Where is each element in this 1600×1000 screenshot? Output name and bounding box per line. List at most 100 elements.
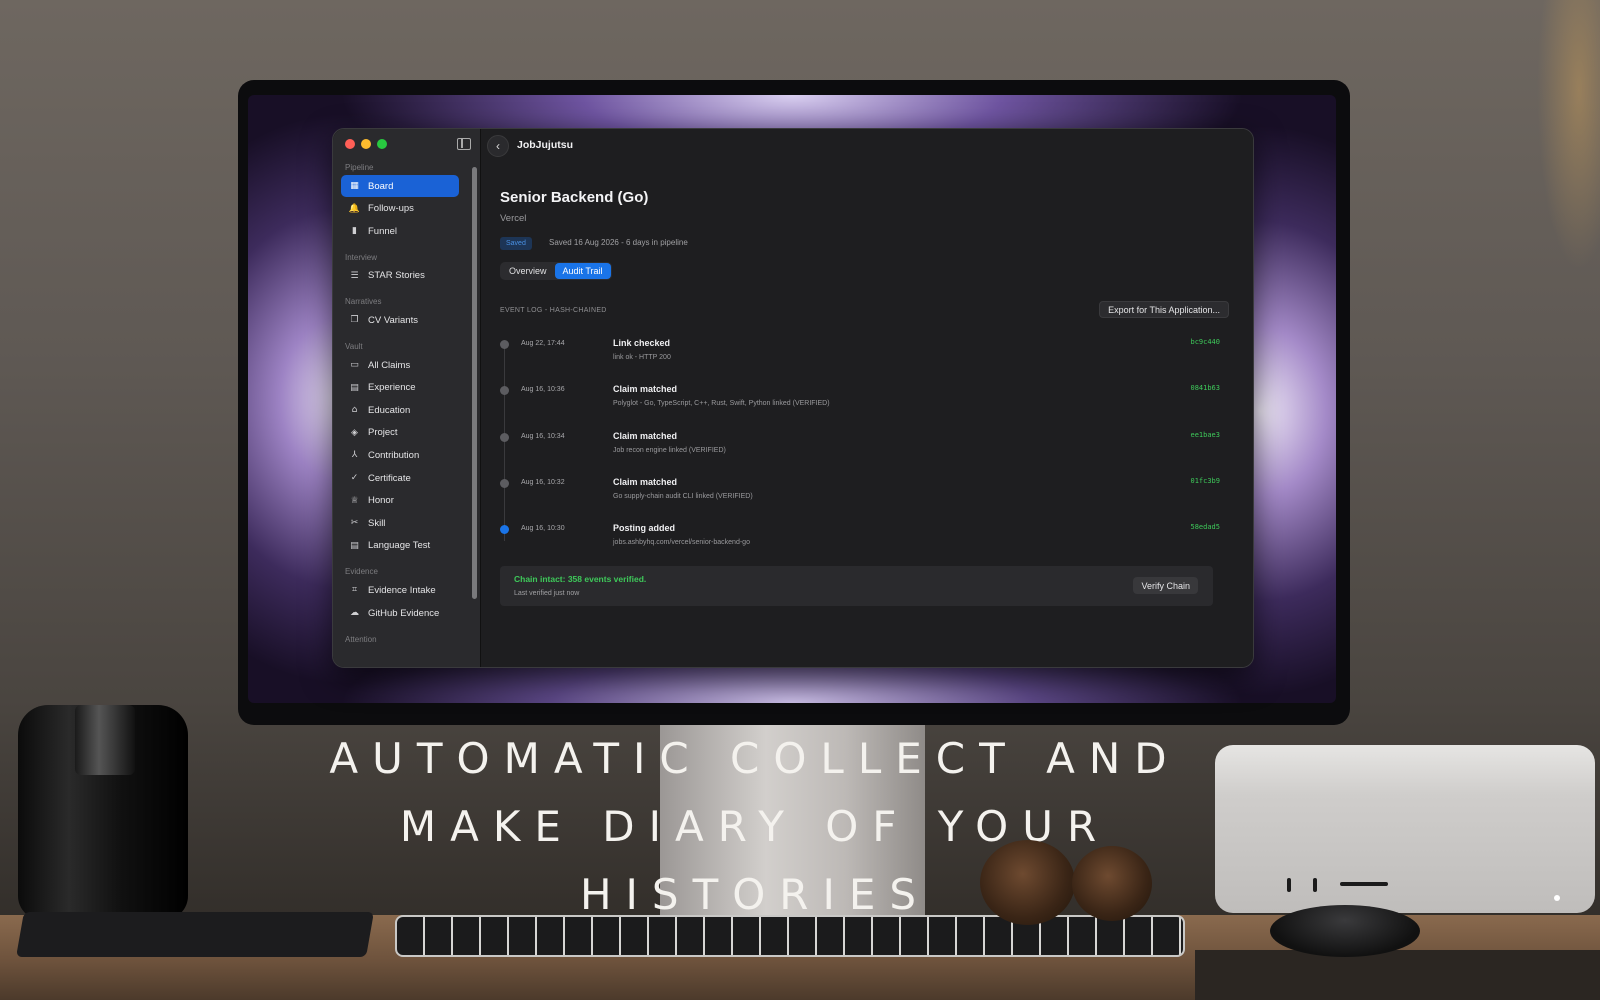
check-seal-icon: ✓: [350, 473, 359, 483]
usb-port: [1313, 878, 1317, 892]
event-hash[interactable]: 0841b63: [1190, 384, 1220, 392]
sidebar-item-label: Contribution: [368, 449, 420, 461]
documents-icon: ❐: [350, 315, 359, 326]
sidebar-item-follow-ups[interactable]: 🔔 Follow-ups: [341, 198, 459, 220]
cube-icon: ◈: [351, 427, 358, 438]
event-detail: link ok - HTTP 200: [613, 354, 671, 361]
bell-icon: 🔔: [348, 203, 361, 214]
sidebar-item-honor[interactable]: ♕ Honor: [341, 490, 459, 512]
event-title: Claim matched: [613, 384, 678, 395]
list-icon: ☰: [350, 270, 359, 281]
sidebar-section-label: Narratives: [345, 297, 382, 307]
event-log-heading: EVENT LOG - HASH-CHAINED: [500, 307, 607, 314]
sidebar-item-star-stories[interactable]: ☰ STAR Stories: [341, 265, 459, 287]
event-hash[interactable]: bc9c440: [1190, 338, 1220, 346]
event-row: Aug 16, 10:30 Posting added jobs.ashbyhq…: [500, 521, 1220, 566]
event-time: Aug 16, 10:34: [521, 432, 565, 440]
jar-cap: [75, 705, 135, 775]
sidebar-item-experience[interactable]: ▤ Experience: [341, 377, 459, 399]
zoom-window-button[interactable]: [377, 139, 387, 149]
sidebar-item-label: CV Variants: [368, 314, 418, 326]
event-time: Aug 22, 17:44: [521, 340, 565, 347]
sidebar-section-label: Attention: [345, 634, 377, 644]
chevron-left-icon: ‹: [496, 139, 500, 153]
headphone-slot: [1340, 882, 1388, 886]
verify-chain-button[interactable]: Verify Chain: [1133, 577, 1198, 594]
back-button[interactable]: ‹: [487, 135, 509, 157]
event-time: Aug 16, 10:30: [521, 525, 565, 533]
sidebar-section-label: Interview: [345, 252, 378, 262]
sidebar-item-evidence-intake[interactable]: ⌗ Evidence Intake: [341, 579, 459, 601]
tab-audit-trail[interactable]: Audit Trail: [554, 263, 611, 279]
bar-chart-icon: ▮: [352, 226, 357, 237]
app-window: Pipeline ▦ Board 🔔 Follow-ups ▮ Funnel Intervie…: [332, 128, 1254, 668]
doc-text-icon: ▤: [350, 540, 359, 551]
event-title: Claim matched: [613, 476, 678, 487]
event-row: Aug 16, 10:36 Claim matched Polyglot - G…: [500, 382, 1220, 427]
graduation-cap-icon: ⌂: [351, 405, 358, 416]
sidebar-item-education[interactable]: ⌂ Education: [341, 399, 459, 421]
sidebar-item-contribution[interactable]: ⅄ Contribution: [341, 444, 459, 466]
sidebar-item-label: Honor: [368, 495, 394, 507]
saved-meta: Saved 16 Aug 2026 - 6 days in pipeline: [549, 238, 688, 247]
event-time: Aug 16, 10:36: [521, 386, 565, 394]
event-dot: [500, 432, 509, 442]
wheat-decoration: [1530, 0, 1600, 300]
sidebar-item-cv-variants[interactable]: ❐ CV Variants: [341, 309, 459, 331]
mac-mini: [1215, 745, 1595, 913]
sidebar-item-label: STAR Stories: [368, 270, 425, 282]
chain-last-verified: Last verified just now: [514, 590, 580, 597]
sidebar-item-label: Education: [368, 404, 411, 416]
event-detail: jobs.ashbyhq.com/vercel/senior-backend-g…: [613, 539, 750, 547]
sidebar-item-label: Funnel: [368, 225, 398, 237]
sidebar-item-certificate[interactable]: ✓ Certificate: [341, 467, 459, 489]
event-detail: Polyglot - Go, TypeScript, C++, Rust, Sw…: [613, 400, 830, 408]
chain-status-panel: Chain intact: 358 events verified. Last …: [500, 566, 1213, 606]
sidebar-item-funnel[interactable]: ▮ Funnel: [341, 220, 459, 242]
mouse: [1270, 905, 1420, 957]
sidebar-section-label: Pipeline: [345, 163, 374, 172]
tray-icon: ▭: [350, 360, 359, 370]
sidebar-item-board[interactable]: ▦ Board: [341, 175, 459, 197]
sidebar-section-label: Evidence: [345, 567, 378, 577]
event-title: Posting added: [613, 523, 676, 534]
tab-bar: Overview Audit Trail: [500, 262, 612, 280]
sidebar-item-language-test[interactable]: ▤ Language Test: [341, 535, 459, 557]
sidebar-toggle-icon[interactable]: [457, 138, 471, 150]
sidebar-item-label: Follow-ups: [368, 203, 414, 215]
event-row: Aug 16, 10:34 Claim matched Job recon en…: [500, 429, 1220, 474]
event-hash[interactable]: 58edad5: [1190, 523, 1220, 531]
event-title: Claim matched: [613, 430, 678, 441]
export-button[interactable]: Export for This Application...: [1099, 301, 1229, 318]
sidebar-item-all-claims[interactable]: ▭ All Claims: [341, 354, 459, 376]
sidebar-item-label: Language Test: [368, 540, 431, 552]
event-time: Aug 16, 10:32: [521, 478, 565, 486]
sidebar-item-skill[interactable]: ✂ Skill: [341, 512, 459, 534]
main-content: ‹ JobJujutsu Senior Backend (Go) Vercel …: [481, 129, 1253, 667]
tools-icon: ✂: [350, 518, 359, 529]
event-dot: [500, 478, 509, 488]
event-detail: Go supply-chain audit CLI linked (VERIFI…: [613, 492, 753, 500]
event-hash[interactable]: ee1bae3: [1190, 431, 1220, 439]
sidebar-item-label: Project: [368, 427, 398, 439]
cloud-icon: ☁: [350, 608, 359, 618]
event-hash[interactable]: 01fc3b9: [1190, 477, 1220, 485]
event-row: Aug 16, 10:32 Claim matched Go supply-ch…: [500, 475, 1220, 520]
sidebar-item-label: GitHub Evidence: [368, 607, 440, 619]
pine-cone: [980, 840, 1075, 925]
sidebar-scrollbar[interactable]: [472, 167, 477, 599]
minimize-window-button[interactable]: [361, 139, 371, 149]
event-detail: Job recon engine linked (VERIFIED): [613, 446, 726, 454]
close-window-button[interactable]: [345, 139, 355, 149]
app-title: JobJujutsu: [517, 139, 574, 151]
usb-port: [1287, 878, 1291, 892]
sidebar-item-project[interactable]: ◈ Project: [341, 422, 459, 444]
power-led: [1554, 895, 1560, 901]
sidebar-item-github-evidence[interactable]: ☁ GitHub Evidence: [341, 602, 459, 624]
tab-overview[interactable]: Overview: [501, 263, 555, 279]
sidebar-item-label: Board: [368, 180, 394, 192]
sidebar-item-label: All Claims: [368, 359, 411, 371]
status-badge: Saved: [500, 237, 532, 250]
trackpad: [16, 912, 374, 957]
scan-icon: ⌗: [351, 585, 358, 596]
